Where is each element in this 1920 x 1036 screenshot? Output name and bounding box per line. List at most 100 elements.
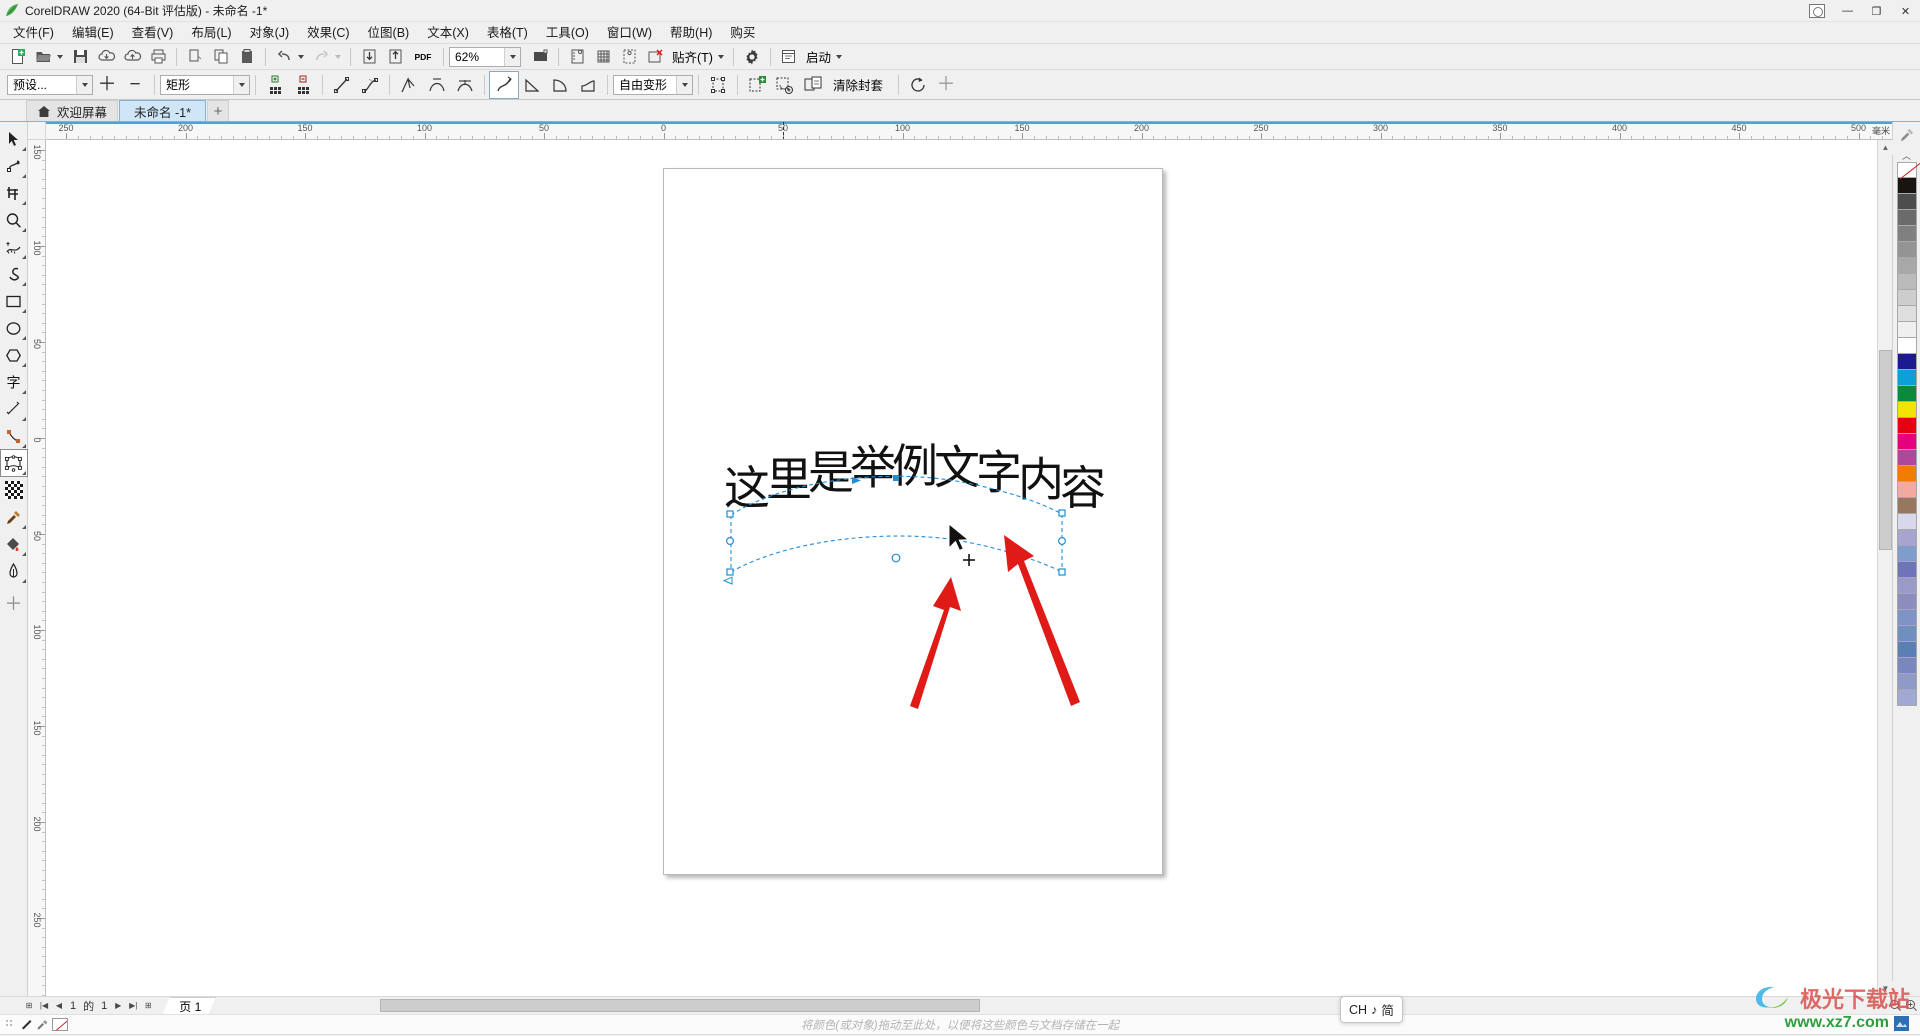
close-button[interactable]: ✕ (1891, 0, 1920, 22)
palette-swatch[interactable] (1896, 242, 1917, 258)
vertical-scrollbar[interactable]: ▲ ▼ (1877, 140, 1893, 996)
tool-shape[interactable] (1, 153, 27, 179)
cut-icon[interactable] (182, 45, 208, 69)
ime-indicator[interactable]: CH ♪ 简 (1340, 996, 1403, 1023)
snap-to-label[interactable]: 贴齐(T) (668, 47, 717, 66)
copy-icon[interactable] (208, 45, 234, 69)
page-tab-1[interactable]: 页 1 (162, 997, 216, 1015)
add-node-icon[interactable] (261, 72, 289, 98)
cloud-upload-icon[interactable] (119, 45, 145, 69)
tool-color-eyedropper[interactable] (1, 504, 27, 530)
add-new-envelope-icon[interactable] (743, 72, 771, 98)
palette-swatch[interactable] (1896, 690, 1917, 706)
create-envelope-from-icon[interactable] (771, 72, 799, 98)
menu-bitmap[interactable]: 位图(B) (359, 22, 419, 44)
options-gear-icon[interactable] (739, 45, 765, 69)
save-icon[interactable] (67, 45, 93, 69)
vertical-ruler[interactable]: 150 100 50 0 50 100 150 200 250 (28, 140, 46, 996)
palette-eyedropper-icon[interactable] (1893, 122, 1920, 148)
add-page-after-icon[interactable]: ⊞ (141, 999, 155, 1013)
new-document-icon[interactable] (4, 45, 30, 69)
next-page-icon[interactable]: ▶ (111, 999, 125, 1013)
palette-swatch[interactable] (1896, 466, 1917, 482)
zoom-level-dropdown[interactable] (504, 47, 520, 66)
convert-to-line-icon[interactable] (328, 72, 356, 98)
vertical-scroll-thumb[interactable] (1879, 350, 1892, 550)
palette-swatch[interactable] (1896, 658, 1917, 674)
horizontal-scrollbar[interactable] (220, 998, 1886, 1013)
tool-connector[interactable] (1, 423, 27, 449)
account-icon[interactable] (1809, 4, 1825, 18)
horizontal-ruler[interactable]: 毫米 250 200 150 100 50 0 50 100 150 200 250 300 350 40… (46, 122, 1892, 140)
palette-swatch[interactable] (1896, 562, 1917, 578)
export-icon[interactable] (382, 45, 408, 69)
copy-envelope-properties-icon[interactable] (799, 72, 827, 98)
show-grid-icon[interactable] (590, 45, 616, 69)
document-palette-bar[interactable]: 将颜色(或对象)拖动至此处，以便将这些颜色与文档存储在一起 (0, 1014, 1920, 1034)
tool-parallel-dimension[interactable] (1, 396, 27, 422)
cusp-node-icon[interactable] (395, 72, 423, 98)
shape-list-dropdown[interactable] (233, 75, 249, 94)
clear-envelope-button[interactable]: 清除封套 (827, 75, 893, 94)
smooth-node-icon[interactable] (423, 72, 451, 98)
restore-button[interactable]: ❐ (1862, 0, 1891, 22)
envelope-straight-line-icon[interactable] (518, 72, 546, 98)
paste-icon[interactable] (234, 45, 260, 69)
mapping-mode-combo[interactable]: 自由变形 (613, 74, 693, 95)
menu-text[interactable]: 文本(X) (418, 22, 478, 44)
palette-swatch[interactable] (1896, 578, 1917, 594)
menu-buy[interactable]: 购买 (721, 22, 764, 44)
palette-swatch[interactable] (1896, 258, 1917, 274)
envelope-unconstrained-icon[interactable] (489, 70, 519, 99)
palette-swatch[interactable] (1896, 178, 1917, 194)
remove-preset-icon[interactable]: − (121, 72, 149, 98)
menu-tools[interactable]: 工具(O) (537, 22, 598, 44)
tool-envelope[interactable] (0, 449, 28, 477)
launch-label[interactable]: 启动 (802, 47, 835, 66)
menu-view[interactable]: 查看(V) (123, 22, 183, 44)
horizontal-scroll-thumb[interactable] (380, 999, 981, 1012)
palette-swatch[interactable] (1896, 594, 1917, 610)
palette-swatch[interactable] (1896, 546, 1917, 562)
tool-polygon[interactable] (1, 342, 27, 368)
full-screen-preview-icon[interactable] (527, 45, 553, 69)
tab-untitled-1[interactable]: 未命名 -1* (119, 100, 206, 121)
palette-swatch[interactable] (1896, 498, 1917, 514)
tab-welcome-screen[interactable]: 欢迎屏幕 (26, 100, 119, 121)
envelope-single-arc-icon[interactable] (546, 72, 574, 98)
drawing-canvas[interactable]: 这里是举例文字内容 (46, 140, 1877, 996)
delete-node-icon[interactable] (289, 72, 317, 98)
palette-swatch[interactable] (1896, 530, 1917, 546)
menu-effects[interactable]: 效果(C) (298, 22, 358, 44)
tool-outline-pen[interactable] (1, 558, 27, 584)
minimize-button[interactable]: — (1833, 0, 1862, 22)
mapping-mode-dropdown[interactable] (676, 75, 692, 94)
palette-swatch[interactable] (1896, 450, 1917, 466)
palette-swatch[interactable] (1896, 290, 1917, 306)
import-icon[interactable] (356, 45, 382, 69)
tool-customize-plus[interactable]: ＋ (1, 591, 27, 617)
palette-swatch[interactable] (1896, 306, 1917, 322)
palette-swatches[interactable] (1896, 162, 1917, 706)
palette-swatch[interactable] (1896, 210, 1917, 226)
palette-swatch[interactable] (1896, 482, 1917, 498)
undo-icon[interactable] (271, 45, 297, 69)
open-document-icon[interactable] (30, 45, 56, 69)
zoom-buttons[interactable] (1886, 998, 1920, 1013)
palette-swatch[interactable] (1896, 402, 1917, 418)
snap-to-caret[interactable] (717, 54, 724, 59)
palette-scroll-up-icon[interactable]: ︿ (1893, 148, 1920, 162)
menu-table[interactable]: 表格(T) (478, 22, 537, 44)
previous-page-icon[interactable]: ◀ (52, 999, 66, 1013)
shape-list-combo[interactable]: 矩形 (160, 74, 250, 95)
tool-transparency[interactable] (1, 477, 27, 503)
menu-file[interactable]: 文件(F) (4, 22, 63, 44)
zoom-level-combo[interactable]: 62% (449, 46, 521, 67)
tool-zoom[interactable] (1, 207, 27, 233)
palette-swatch[interactable] (1896, 674, 1917, 690)
tool-pick[interactable] (1, 126, 27, 152)
palette-swatch[interactable] (1896, 434, 1917, 450)
tool-ellipse[interactable] (1, 315, 27, 341)
redo-icon[interactable] (308, 45, 334, 69)
scroll-down-arrow[interactable]: ▼ (1878, 981, 1893, 996)
